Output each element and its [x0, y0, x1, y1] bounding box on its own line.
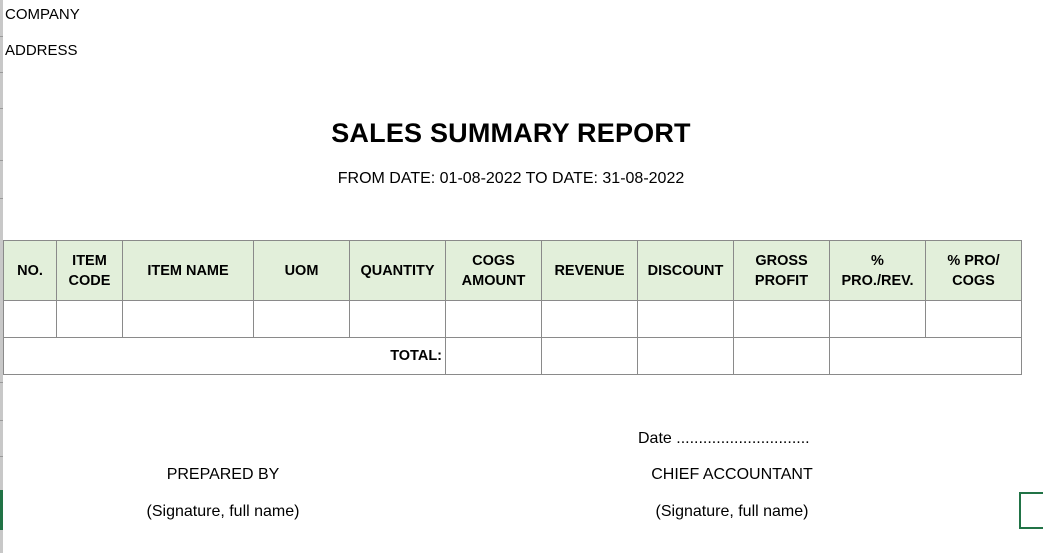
- column-header-cogs-amount[interactable]: COGS AMOUNT: [445, 240, 542, 301]
- table-cell[interactable]: [349, 300, 446, 338]
- column-header-revenue[interactable]: REVENUE: [541, 240, 638, 301]
- column-header-quantity[interactable]: QUANTITY: [349, 240, 446, 301]
- table-cell[interactable]: [541, 300, 638, 338]
- table-cell[interactable]: [637, 300, 734, 338]
- column-header-item-name[interactable]: ITEM NAME: [122, 240, 254, 301]
- sales-summary-table: NO. ITEM CODE ITEM NAME UOM QUANTITY COG…: [3, 240, 1022, 375]
- table-row: [3, 300, 1022, 338]
- row-divider: [0, 72, 3, 73]
- column-header-gross-profit[interactable]: GROSS PROFIT: [733, 240, 830, 301]
- row-divider: [0, 198, 3, 199]
- column-header-uom[interactable]: UOM: [253, 240, 350, 301]
- total-row: TOTAL:: [3, 337, 1022, 375]
- column-header-no[interactable]: NO.: [3, 240, 57, 301]
- chief-signature-label: (Signature, full name): [655, 503, 809, 520]
- row-divider: [0, 456, 3, 457]
- sign-date-line: Date ..............................: [638, 430, 810, 447]
- report-title: SALES SUMMARY REPORT: [331, 118, 691, 148]
- table-cell[interactable]: [733, 300, 830, 338]
- row-divider: [0, 420, 3, 421]
- table-cell[interactable]: [56, 300, 123, 338]
- table-cell[interactable]: [3, 300, 57, 338]
- table-cell[interactable]: [925, 300, 1022, 338]
- prepared-signature-label: (Signature, full name): [146, 503, 300, 520]
- company-label: COMPANY: [5, 6, 80, 23]
- row-divider: [0, 160, 3, 161]
- total-gross-profit-cell[interactable]: [733, 337, 830, 375]
- table-cell[interactable]: [445, 300, 542, 338]
- chief-accountant-label: CHIEF ACCOUNTANT: [651, 466, 813, 483]
- address-label: ADDRESS: [5, 42, 78, 59]
- table-cell[interactable]: [829, 300, 926, 338]
- row-divider: [0, 108, 3, 109]
- total-revenue-cell[interactable]: [541, 337, 638, 375]
- total-cogs-cell[interactable]: [445, 337, 542, 375]
- table-cell[interactable]: [122, 300, 254, 338]
- table-header-row: NO. ITEM CODE ITEM NAME UOM QUANTITY COG…: [3, 240, 1022, 301]
- row-divider: [0, 382, 3, 383]
- selected-cell[interactable]: [1019, 492, 1043, 529]
- table-cell[interactable]: [253, 300, 350, 338]
- row-divider: [0, 36, 3, 37]
- column-header-pro-cogs[interactable]: % PRO/ COGS: [925, 240, 1022, 301]
- column-header-pro-rev[interactable]: % PRO./REV.: [829, 240, 926, 301]
- column-header-discount[interactable]: DISCOUNT: [637, 240, 734, 301]
- date-range: FROM DATE: 01-08-2022 TO DATE: 31-08-202…: [337, 170, 685, 187]
- total-label[interactable]: TOTAL:: [3, 337, 446, 375]
- column-header-item-code[interactable]: ITEM CODE: [56, 240, 123, 301]
- total-discount-cell[interactable]: [637, 337, 734, 375]
- total-percent-cell[interactable]: [829, 337, 1022, 375]
- prepared-by-label: PREPARED BY: [166, 466, 280, 483]
